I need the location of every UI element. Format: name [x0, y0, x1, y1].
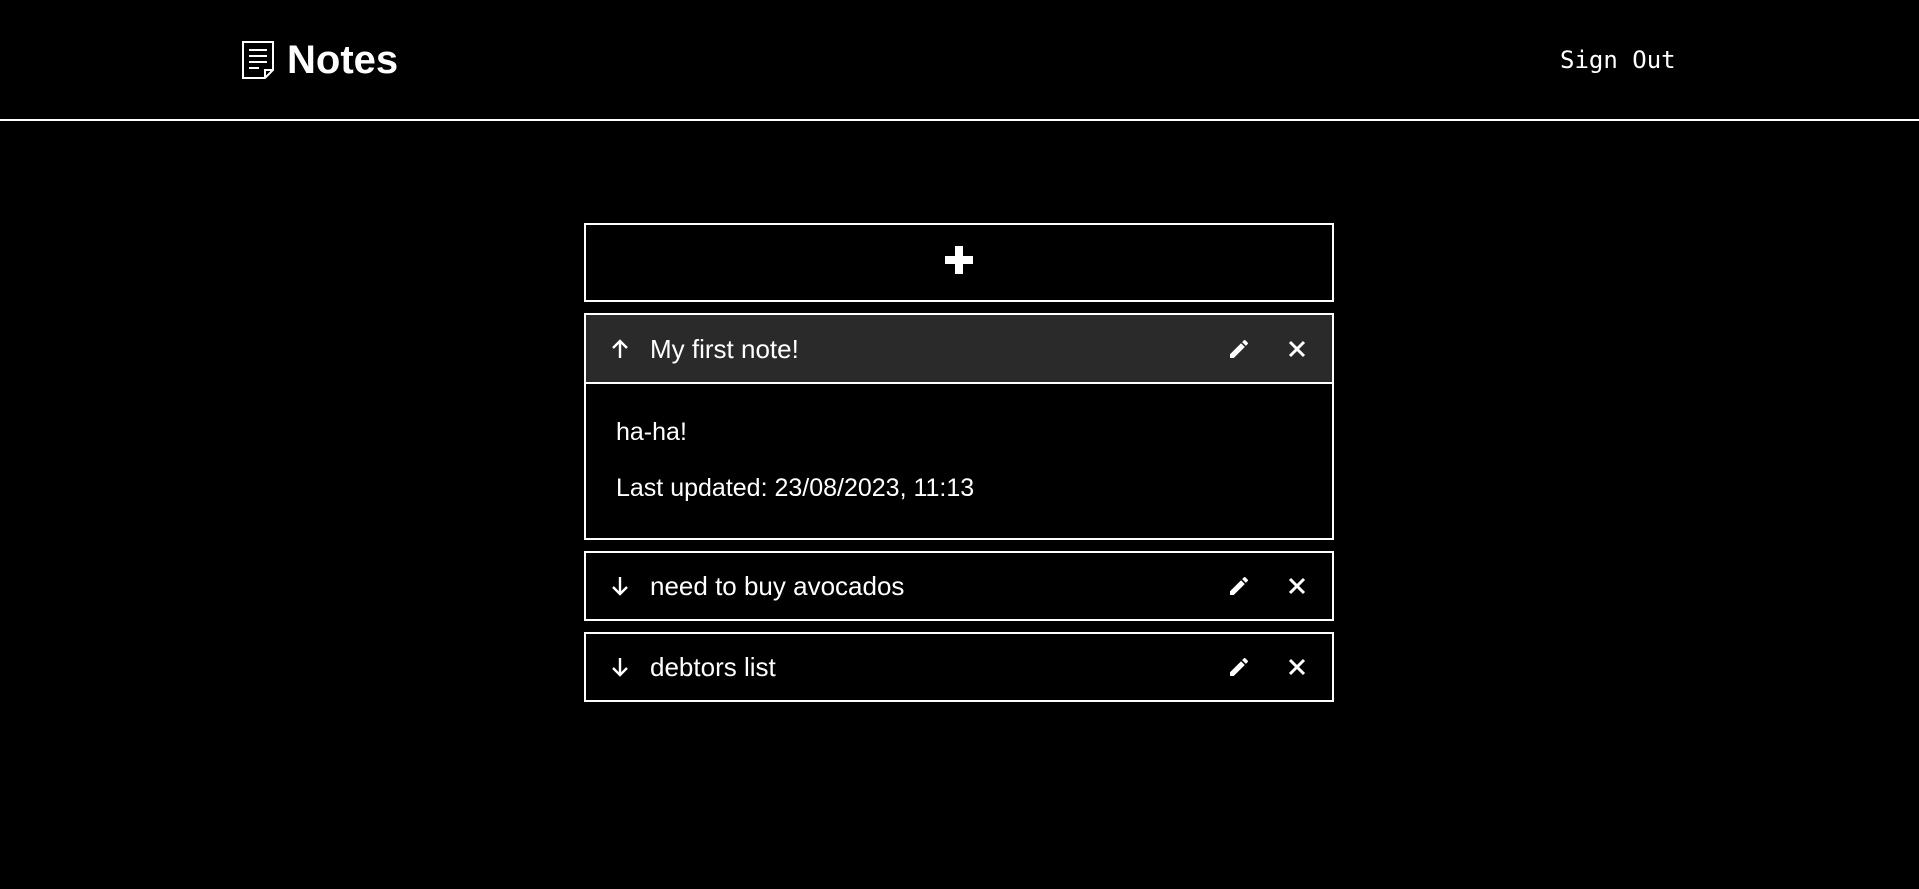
close-icon[interactable] — [1282, 334, 1312, 364]
close-icon[interactable] — [1282, 652, 1312, 682]
app-header: Notes Sign Out — [0, 0, 1919, 121]
note-header[interactable]: debtors list — [586, 634, 1332, 700]
arrow-up-icon[interactable] — [608, 337, 632, 361]
sign-out-button[interactable]: Sign Out — [1560, 44, 1676, 76]
pencil-icon[interactable] — [1224, 652, 1254, 682]
note-content: ha-ha! — [616, 418, 687, 446]
notes-list: My first note! ha-ha! Last updated: 23/0… — [584, 223, 1334, 713]
note-title: need to buy avocados — [650, 571, 905, 601]
brand: Notes — [241, 36, 398, 84]
note-last-updated: Last updated: 23/08/2023, 11:13 — [616, 474, 975, 502]
note-item: My first note! ha-ha! Last updated: 23/0… — [584, 313, 1334, 540]
pencil-icon[interactable] — [1224, 571, 1254, 601]
app-title: Notes — [287, 38, 399, 82]
pencil-icon[interactable] — [1224, 334, 1254, 364]
note-title: My first note! — [650, 333, 799, 364]
notes-logo-icon — [241, 40, 275, 80]
note-title: debtors list — [650, 652, 776, 682]
note-item: need to buy avocados — [584, 551, 1334, 621]
close-icon[interactable] — [1282, 571, 1312, 601]
note-header[interactable]: need to buy avocados — [586, 553, 1332, 619]
arrow-down-icon[interactable] — [608, 655, 632, 679]
add-note-button[interactable] — [584, 223, 1334, 302]
arrow-down-icon[interactable] — [608, 574, 632, 598]
note-item: debtors list — [584, 632, 1334, 702]
note-body: ha-ha! Last updated: 23/08/2023, 11:13 — [586, 384, 1332, 538]
note-header[interactable]: My first note! — [586, 315, 1332, 384]
plus-icon — [945, 246, 973, 279]
